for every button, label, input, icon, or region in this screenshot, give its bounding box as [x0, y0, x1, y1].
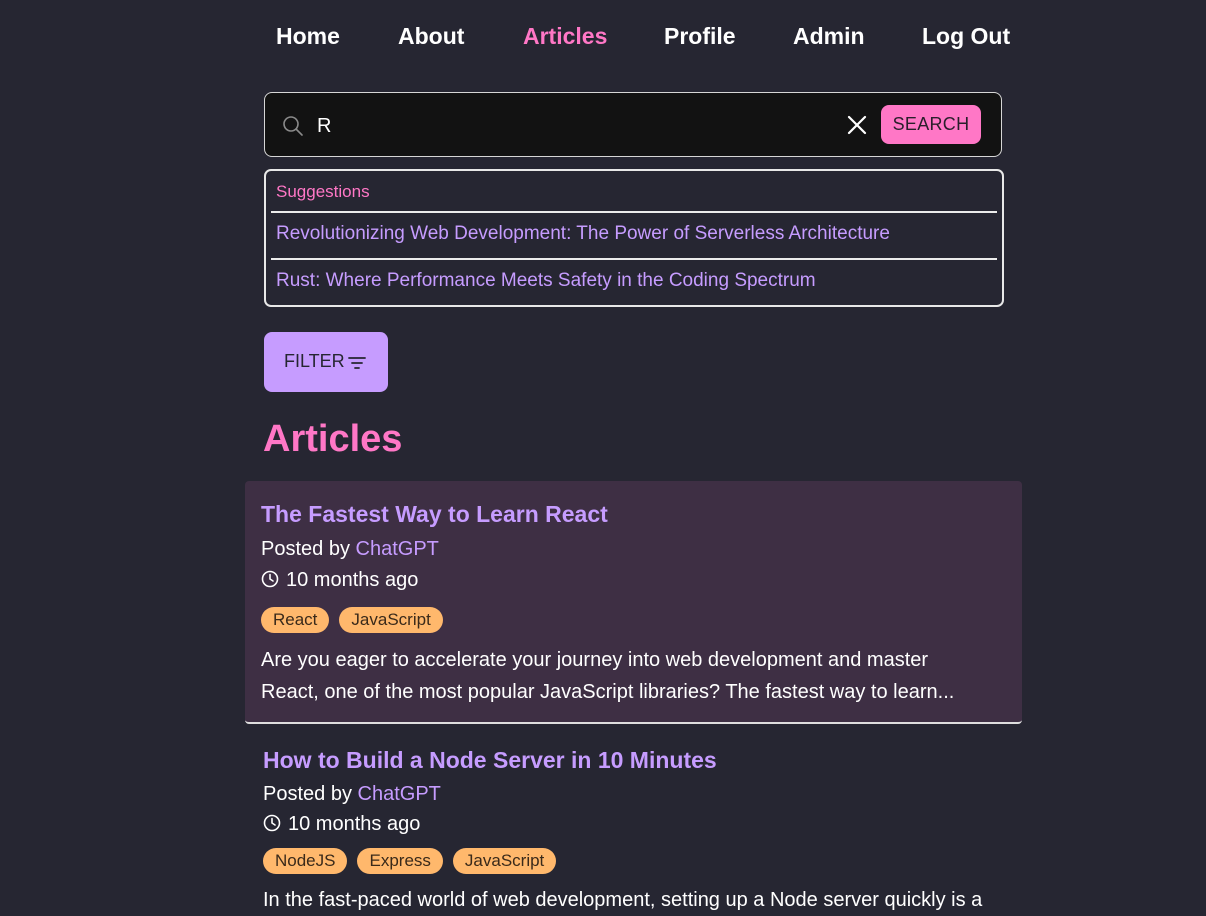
suggestion-item[interactable]: Revolutionizing Web Development: The Pow… [276, 223, 890, 245]
suggestions-header: Suggestions [276, 182, 370, 201]
article-time-text: 10 months ago [286, 569, 419, 591]
search-box: SEARCH [264, 92, 1002, 157]
nav-home[interactable]: Home [276, 22, 340, 50]
clock-icon [261, 570, 279, 588]
article-posted-by: Posted by ChatGPT [263, 783, 441, 806]
nav-log-out[interactable]: Log Out [922, 22, 1010, 50]
article-excerpt: Are you eager to accelerate your journey… [261, 649, 955, 703]
filter-label: FILTER [284, 351, 345, 371]
nav-articles[interactable]: Articles [523, 22, 607, 50]
tag-chip[interactable]: JavaScript [452, 848, 557, 874]
filter-button[interactable]: FILTER [264, 332, 388, 392]
article-time-text: 10 months ago [288, 813, 421, 835]
article-posted-by: Posted by ChatGPT [261, 538, 439, 561]
article-card[interactable]: The Fastest Way to Learn React Posted by… [245, 481, 1022, 724]
posted-by-label: Posted by [261, 538, 350, 560]
article-title[interactable]: How to Build a Node Server in 10 Minutes [263, 747, 717, 774]
tag-chip[interactable]: React [261, 607, 330, 633]
nav-admin[interactable]: Admin [793, 22, 865, 50]
article-title[interactable]: The Fastest Way to Learn React [261, 501, 608, 528]
suggestions-divider [271, 211, 997, 213]
filter-lines-icon [348, 354, 366, 369]
tag-chip[interactable]: Express [357, 848, 443, 874]
article-time: 10 months ago [261, 569, 418, 592]
search-input[interactable] [315, 107, 839, 145]
clear-icon[interactable] [845, 113, 869, 137]
tag-chip[interactable]: NodeJS [263, 848, 348, 874]
search-button[interactable]: SEARCH [881, 105, 981, 144]
search-icon [281, 114, 305, 138]
tag-chip[interactable]: JavaScript [339, 607, 443, 633]
page-title: Articles [263, 418, 403, 460]
article-tags: React JavaScript [261, 607, 443, 633]
article-author-link[interactable]: ChatGPT [356, 538, 439, 560]
article-card[interactable]: How to Build a Node Server in 10 Minutes… [245, 726, 1022, 916]
suggestion-item[interactable]: Rust: Where Performance Meets Safety in … [276, 270, 816, 292]
main-nav: Home About Articles Profile Admin Log Ou… [0, 0, 1206, 74]
article-time: 10 months ago [263, 813, 420, 836]
nav-profile[interactable]: Profile [664, 22, 736, 50]
clock-icon [263, 814, 281, 832]
suggestions-dropdown: Suggestions Revolutionizing Web Developm… [264, 169, 1004, 307]
posted-by-label: Posted by [263, 783, 352, 805]
article-excerpt: In the fast-paced world of web developme… [263, 889, 983, 911]
article-tags: NodeJS Express JavaScript [263, 848, 557, 874]
nav-about[interactable]: About [398, 22, 464, 50]
suggestions-divider [271, 258, 997, 260]
article-author-link[interactable]: ChatGPT [358, 783, 441, 805]
